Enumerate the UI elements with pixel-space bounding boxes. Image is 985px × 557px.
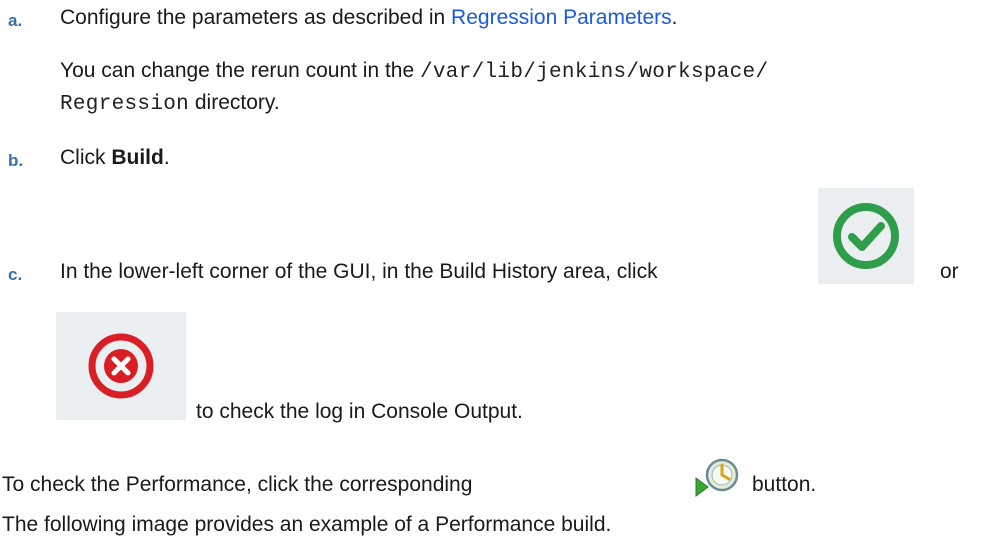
step-b-text-after: . [163,146,170,169]
performance-icon [695,458,739,497]
workspace-path-code: /var/lib/jenkins/workspace/ [420,61,769,84]
step-letter-b: b. [8,151,24,170]
performance-text-after: button. [752,473,817,496]
step-c-text: In the lower-left corner of the GUI, in … [60,260,658,283]
or-text: or [940,260,959,283]
x-circle-icon [88,333,154,399]
regression-dir-code: Regression [60,93,190,116]
step-a-note-line-2: Regression directory. [60,91,280,116]
step-a-note-line-1: You can change the rerun count in the /v… [60,59,768,84]
step-a-text-after: . [671,6,678,29]
step-letter-a: a. [8,11,23,30]
step-b-text: Click Build. [60,146,170,170]
build-label: Build [111,146,164,169]
failure-build-button[interactable] [56,312,186,420]
step-b-text-before: Click [60,146,112,169]
check-circle-icon [833,203,899,269]
success-build-button[interactable] [818,188,914,284]
step-a-text: Configure the parameters as described in… [60,6,677,30]
step-a-note-before: You can change the rerun count in the [60,59,420,82]
step-letter-c: c. [8,265,23,284]
performance-button[interactable] [694,456,740,498]
performance-text-before: To check the Performance, click the corr… [2,473,473,496]
step-c-text-after: to check the log in Console Output. [196,400,523,423]
example-text: The following image provides an example … [2,513,612,536]
regression-parameters-link[interactable]: Regression Parameters [451,6,672,29]
step-a-note-after: directory. [189,91,280,114]
step-a-text-before: Configure the parameters as described in [60,6,452,29]
